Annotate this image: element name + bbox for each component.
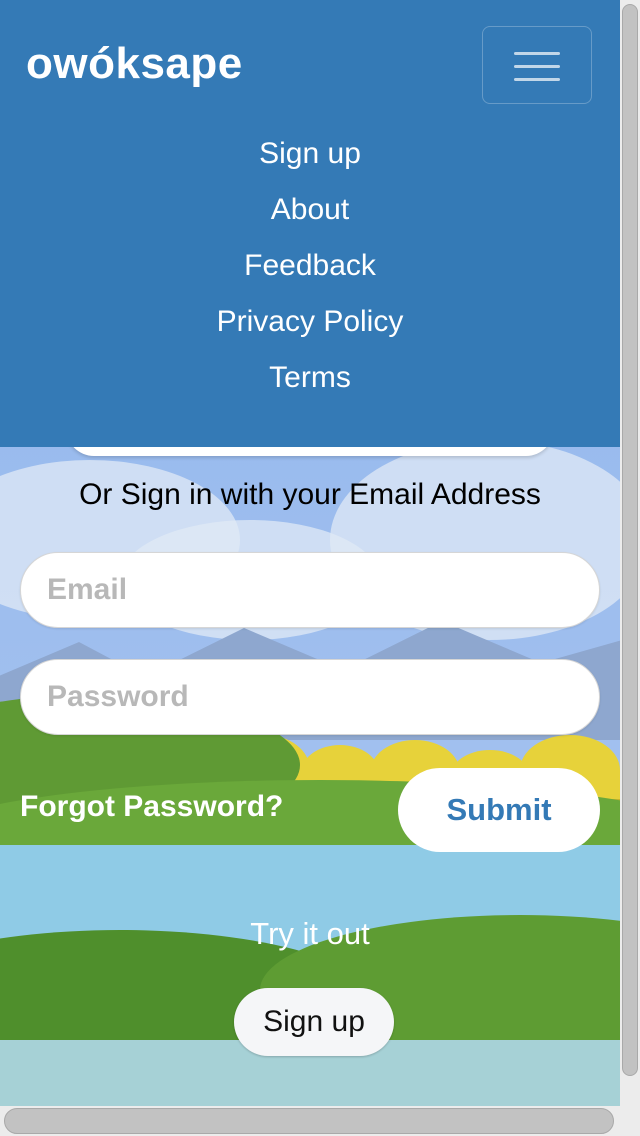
navbar: owóksape Sign up About Feedback Privacy … bbox=[0, 0, 620, 447]
brand-logo[interactable]: owóksape bbox=[26, 38, 243, 90]
nav-link-about[interactable]: About bbox=[0, 182, 620, 238]
vertical-scrollbar-thumb[interactable] bbox=[622, 4, 638, 1076]
sign-in-instructions: Or Sign in with your Email Address bbox=[79, 478, 541, 511]
horizontal-scrollbar-thumb[interactable] bbox=[4, 1108, 614, 1134]
nav-link-sign-up[interactable]: Sign up bbox=[0, 126, 620, 182]
vertical-scrollbar[interactable] bbox=[620, 0, 640, 1106]
nav-link-terms[interactable]: Terms bbox=[0, 350, 620, 406]
menu-toggle-button[interactable] bbox=[482, 26, 592, 104]
hamburger-menu-icon-bar bbox=[514, 78, 560, 81]
forgot-password-link[interactable]: Forgot Password? bbox=[20, 790, 283, 824]
password-field[interactable] bbox=[20, 659, 600, 735]
sign-up-button[interactable]: Sign up bbox=[234, 988, 394, 1056]
try-it-out-text: Try it out bbox=[250, 916, 370, 951]
page-viewport: owóksape Sign up About Feedback Privacy … bbox=[0, 0, 620, 1106]
nav-menu: Sign up About Feedback Privacy Policy Te… bbox=[0, 126, 620, 406]
hamburger-menu-icon bbox=[514, 52, 560, 55]
nav-link-feedback[interactable]: Feedback bbox=[0, 238, 620, 294]
email-field[interactable] bbox=[20, 552, 600, 628]
hamburger-menu-icon-bar bbox=[514, 65, 560, 68]
nav-link-privacy-policy[interactable]: Privacy Policy bbox=[0, 294, 620, 350]
horizontal-scrollbar[interactable] bbox=[0, 1106, 640, 1136]
submit-button[interactable]: Submit bbox=[398, 768, 600, 852]
